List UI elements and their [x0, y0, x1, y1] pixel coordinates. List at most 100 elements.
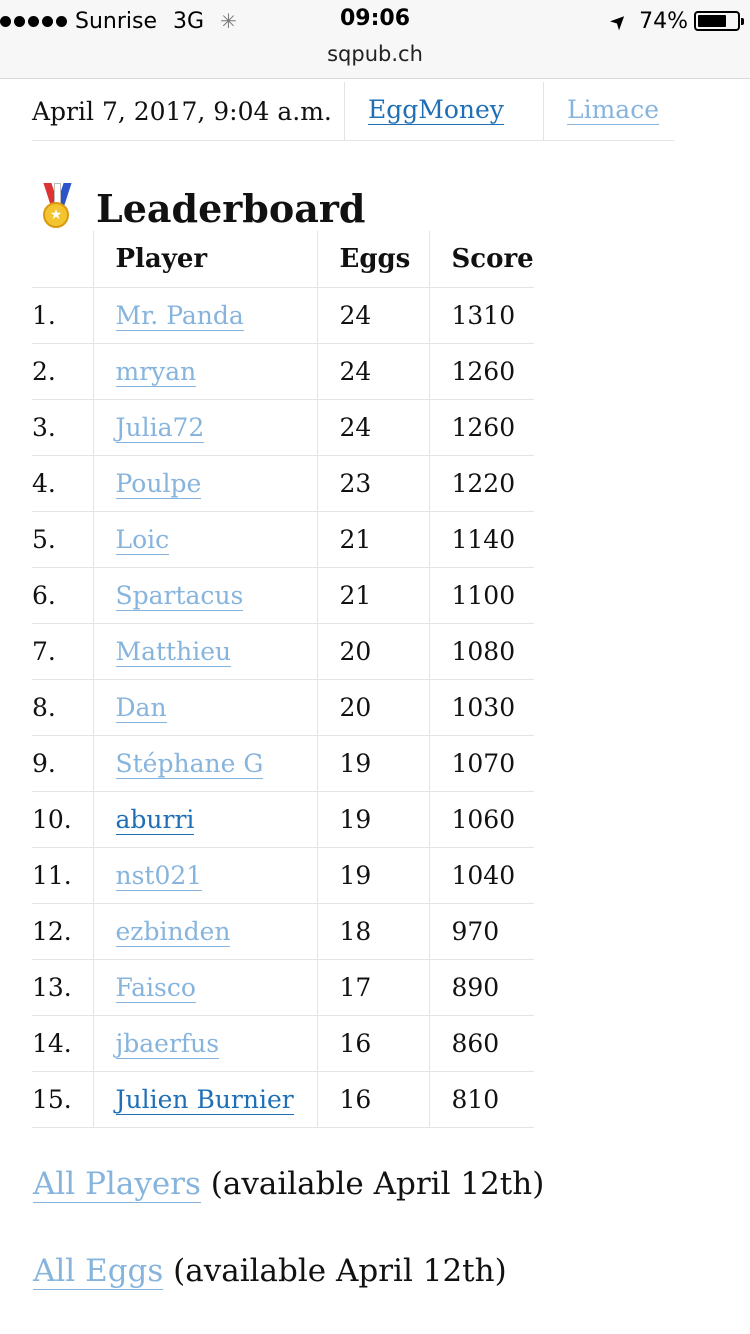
rank-cell: 13. [32, 972, 72, 1002]
score-cell: 1070 [428, 735, 534, 791]
leaderboard-table: Player Eggs Score 1. Mr. Panda 24 1310 2. mry… [32, 231, 534, 1128]
all-eggs-line: All Eggs (available April 12th) [33, 1253, 507, 1290]
next-cell: Limace [543, 82, 674, 140]
table-row: 7. Matthieu 20 1080 [32, 623, 534, 679]
player-cell: aburri [92, 791, 317, 847]
player-cell: jbaerfus [92, 1015, 317, 1071]
rank-cell: 15. [32, 1084, 72, 1114]
score-cell: 860 [428, 1015, 534, 1071]
all-players-note: (available April 12th) [200, 1166, 545, 1202]
status-bar: Sunrise 3G ✳ 09:06 ➤ 74% sqpub.ch [0, 0, 750, 79]
eggs-cell: 24 [316, 399, 429, 455]
player-cell: Loic [92, 511, 317, 567]
table-row: 13. Faisco 17 890 [32, 959, 534, 1015]
rank-cell: 14. [32, 1028, 72, 1058]
player-cell: Matthieu [92, 623, 317, 679]
eggs-cell: 19 [316, 847, 429, 903]
table-row: 1. Mr. Panda 24 1310 [32, 287, 534, 343]
score-cell: 1040 [428, 847, 534, 903]
player-cell: Poulpe [92, 455, 317, 511]
eggs-cell: 21 [316, 511, 429, 567]
player-link[interactable]: Matthieu [115, 636, 232, 667]
score-cell: 1310 [428, 287, 534, 343]
rank-cell: 9. [32, 748, 56, 778]
player-cell: Stéphane G [92, 735, 317, 791]
rank-cell: 3. [32, 412, 56, 442]
score-cell: 890 [428, 959, 534, 1015]
eggs-cell: 16 [316, 1015, 429, 1071]
score-cell: 1260 [428, 343, 534, 399]
limace-link[interactable]: Limace [567, 97, 660, 125]
all-eggs-link[interactable]: All Eggs [33, 1253, 164, 1290]
leaderboard-heading: ★ Leaderboard [32, 180, 365, 236]
eggs-cell: 24 [316, 287, 429, 343]
url-bar[interactable]: sqpub.ch [0, 42, 750, 66]
player-cell: mryan [92, 343, 317, 399]
score-cell: 1030 [428, 679, 534, 735]
player-header: Player [92, 231, 317, 287]
rank-cell: 7. [32, 636, 56, 666]
player-cell: Spartacus [92, 567, 317, 623]
player-cell: Dan [92, 679, 317, 735]
player-link[interactable]: Faisco [115, 972, 196, 1003]
eggs-cell: 23 [316, 455, 429, 511]
leaderboard-rows: 1. Mr. Panda 24 1310 2. mryan 24 1260 3. Julia72 2… [32, 287, 534, 1127]
rank-cell: 8. [32, 692, 56, 722]
table-header-row: Player Eggs Score [32, 231, 534, 287]
table-row: 5. Loic 21 1140 [32, 511, 534, 567]
player-cell: Julien Burnier [92, 1071, 317, 1127]
score-cell: 810 [428, 1071, 534, 1127]
table-row: 2. mryan 24 1260 [32, 343, 534, 399]
score-header: Score [428, 231, 534, 287]
score-cell: 970 [428, 903, 534, 959]
player-link[interactable]: Spartacus [115, 580, 244, 611]
player-link[interactable]: mryan [115, 356, 197, 387]
rank-cell: 11. [32, 860, 72, 890]
table-row: 10. aburri 19 1060 [32, 791, 534, 847]
score-cell: 1100 [428, 567, 534, 623]
table-row: 14. jbaerfus 16 860 [32, 1015, 534, 1071]
table-row: 12. ezbinden 18 970 [32, 903, 534, 959]
battery-level [698, 15, 726, 27]
eggs-cell: 19 [316, 735, 429, 791]
table-row: 9. Stéphane G 19 1070 [32, 735, 534, 791]
player-link[interactable]: ezbinden [115, 916, 231, 947]
player-link[interactable]: Mr. Panda [115, 300, 244, 331]
table-row: 8. Dan 20 1030 [32, 679, 534, 735]
rank-cell: 2. [32, 356, 56, 386]
eggs-cell: 16 [316, 1071, 429, 1127]
eggs-cell: 17 [316, 959, 429, 1015]
eggs-header: Eggs [316, 231, 429, 287]
player-link[interactable]: jbaerfus [115, 1028, 220, 1059]
rank-cell: 10. [32, 804, 72, 834]
player-cell: Mr. Panda [92, 287, 317, 343]
player-link[interactable]: Loic [115, 524, 170, 555]
rank-cell: 12. [32, 916, 72, 946]
player-cell: Faisco [92, 959, 317, 1015]
player-link[interactable]: Dan [115, 692, 167, 723]
eggs-cell: 20 [316, 623, 429, 679]
player-link[interactable]: Poulpe [115, 468, 202, 499]
player-link[interactable]: Stéphane G [115, 748, 264, 779]
eggs-cell: 18 [316, 903, 429, 959]
battery-icon [694, 11, 744, 31]
battery-percent: 74% [639, 8, 688, 34]
user-link[interactable]: EggMoney [368, 97, 504, 125]
player-link[interactable]: Julien Burnier [115, 1084, 294, 1115]
all-eggs-note: (available April 12th) [163, 1253, 507, 1289]
score-cell: 1080 [428, 623, 534, 679]
player-link[interactable]: nst021 [115, 860, 203, 891]
player-link[interactable]: Julia72 [115, 412, 205, 443]
score-cell: 1140 [428, 511, 534, 567]
rank-cell: 4. [32, 468, 56, 498]
game-info-row: April 7, 2017, 9:04 a.m. EggMoney Limace [32, 82, 674, 141]
score-cell: 1220 [428, 455, 534, 511]
eggs-cell: 19 [316, 791, 429, 847]
rank-cell: 5. [32, 524, 56, 554]
player-link[interactable]: aburri [115, 804, 195, 835]
table-row: 3. Julia72 24 1260 [32, 399, 534, 455]
table-row: 15. Julien Burnier 16 810 [32, 1071, 534, 1127]
medal-icon: ★ [38, 183, 82, 233]
table-row: 11. nst021 19 1040 [32, 847, 534, 903]
all-players-link[interactable]: All Players [33, 1166, 201, 1203]
